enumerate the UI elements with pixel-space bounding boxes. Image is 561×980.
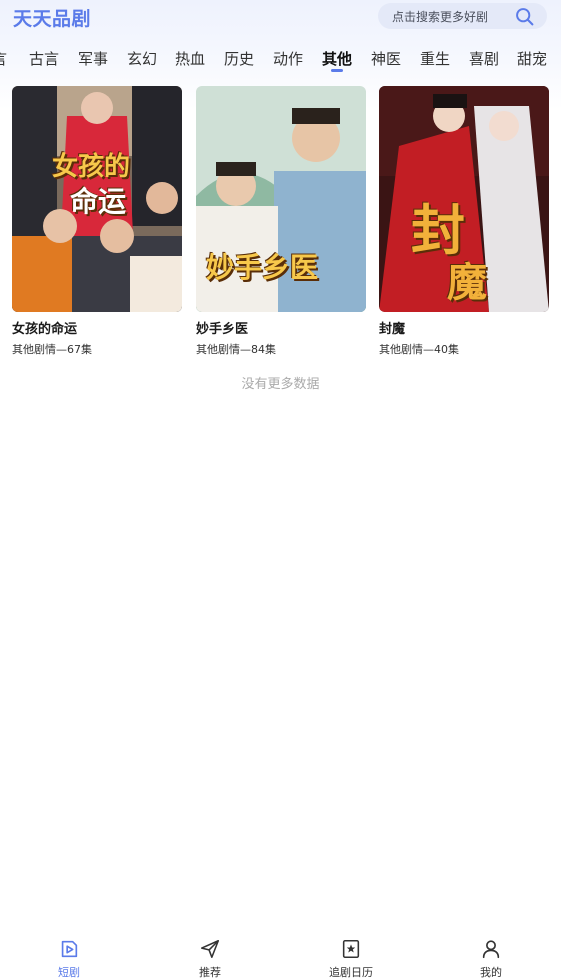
tab-category[interactable]: 军事 [78,48,108,69]
poster-title-line: 命运 [70,185,127,218]
user-icon [482,940,500,959]
active-tab-indicator [331,69,343,72]
drama-title[interactable]: 女孩的命运 [12,318,182,337]
bottom-nav: 短剧 推荐 追剧日历 我的 [0,930,561,980]
tab-category[interactable]: 言 [0,48,7,69]
poster-title-line: 妙手乡医 [206,251,319,284]
header: 天天品剧 点击搜索更多好剧 [0,0,561,36]
drama-title[interactable]: 封魔 [379,318,549,337]
nav-item-short-drama[interactable]: 短剧 [29,938,109,980]
nav-item-recommend[interactable]: 推荐 [170,938,250,980]
poster-title-line: 魔 [447,259,487,306]
poster-title-line: 女孩的 [52,152,131,182]
no-more-data-text: 没有更多数据 [241,377,320,392]
tab-category-active[interactable]: 其他 [322,48,352,69]
search-icon[interactable] [514,6,535,27]
nav-label: 追剧日历 [329,966,373,979]
drama-card[interactable]: 女孩的 命运 女孩的命运 其他剧情—67集 [12,86,182,357]
tab-category[interactable]: 甜宠 [517,48,547,69]
drama-meta: 其他剧情—40集 [379,343,459,356]
nav-item-calendar[interactable]: 追剧日历 [311,938,391,980]
search-bar[interactable]: 点击搜索更多好剧 [378,3,547,29]
drama-title[interactable]: 妙手乡医 [196,318,366,337]
tab-category[interactable]: 动作 [273,48,303,69]
nav-label: 短剧 [58,966,80,979]
bookmark-star-icon [342,939,360,959]
nav-label: 我的 [480,966,502,979]
drama-poster[interactable]: 女孩的 命运 [12,86,182,312]
play-icon [61,940,78,958]
drama-meta: 其他剧情—67集 [12,343,92,356]
tab-category[interactable]: 热血 [175,48,205,69]
drama-meta: 其他剧情—84集 [196,343,276,356]
tab-category[interactable]: 喜剧 [469,48,499,69]
drama-poster[interactable]: 封 魔 [379,86,549,312]
drama-poster[interactable]: 妙手乡医 [196,86,366,312]
tab-category[interactable]: 古言 [29,48,59,69]
search-placeholder: 点击搜索更多好剧 [392,10,489,24]
drama-card[interactable]: 封 魔 封魔 其他剧情—40集 [379,86,549,357]
tab-category[interactable]: 重生 [420,48,450,69]
category-tabs: 言 古言 军事 玄幻 热血 历史 动作 其他 神医 重生 喜剧 甜宠 [0,42,561,74]
tab-category[interactable]: 神医 [371,48,401,69]
app-title: 天天品剧 [13,8,92,30]
send-icon [200,939,220,959]
tab-category[interactable]: 历史 [224,48,254,69]
tab-category[interactable]: 玄幻 [127,48,157,69]
nav-label: 推荐 [199,966,221,979]
nav-item-profile[interactable]: 我的 [451,938,531,980]
drama-card[interactable]: 妙手乡医 妙手乡医 其他剧情—84集 [196,86,366,357]
